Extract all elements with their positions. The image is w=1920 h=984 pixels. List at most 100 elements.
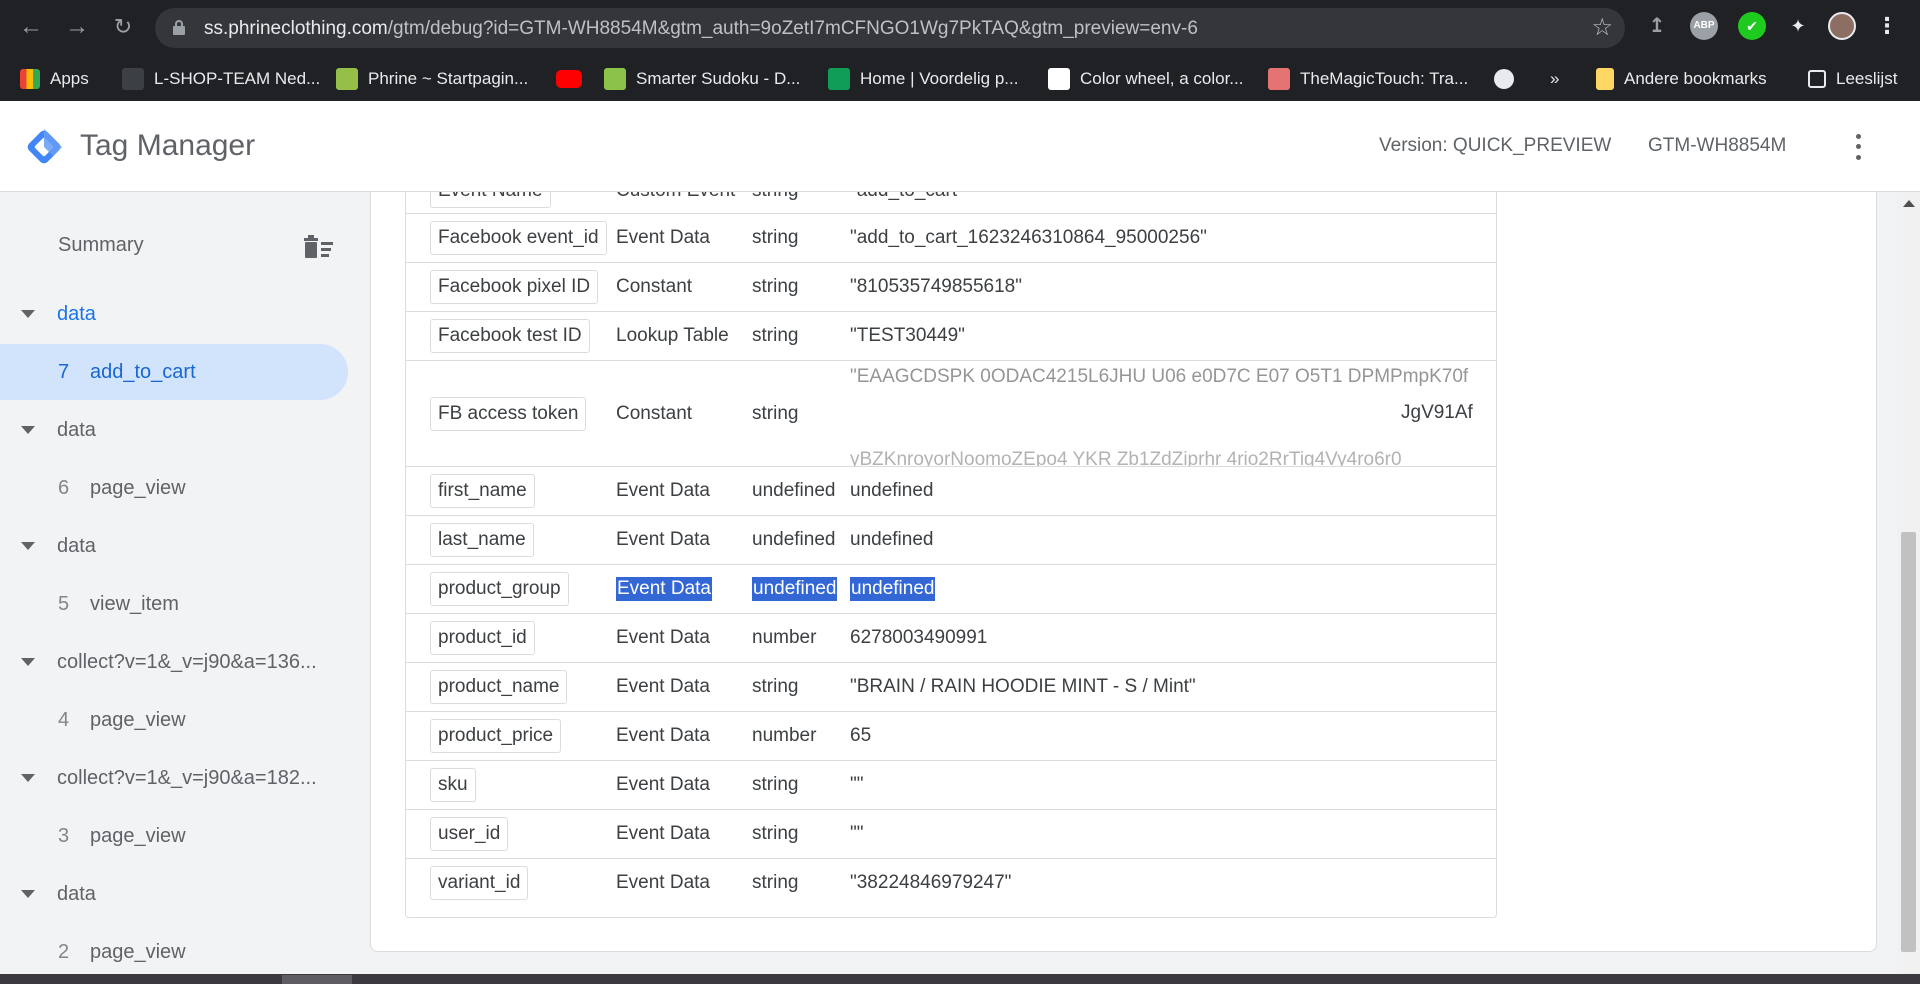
- shopify-icon: [336, 68, 358, 90]
- table-row: Facebook test ID Lookup Table string "TE…: [406, 312, 1496, 361]
- variable-value: "add_to_cart_1623246310864_95000256": [850, 227, 1207, 248]
- reload-icon[interactable]: ↻: [106, 10, 140, 44]
- thumbs-up-extension-icon[interactable]: ✔: [1738, 12, 1766, 40]
- variable-name[interactable]: Event Name: [430, 192, 551, 208]
- scrollbar-thumb[interactable]: [1901, 532, 1916, 952]
- variable-data-type-selected: undefined: [752, 577, 838, 601]
- analytics-extension-icon[interactable]: ↥: [1643, 12, 1671, 40]
- variable-value: 6278003490991: [850, 627, 988, 648]
- variable-name[interactable]: Facebook event_id: [430, 221, 607, 255]
- variable-name[interactable]: Facebook pixel ID: [430, 270, 599, 304]
- puzzle-extensions-icon[interactable]: ✦: [1784, 12, 1812, 40]
- event-item-add-to-cart[interactable]: 7 add_to_cart: [0, 344, 348, 400]
- bookmark-other-folder[interactable]: Andere bookmarks: [1596, 67, 1767, 91]
- event-item-page-view-6[interactable]: 6 page_view: [0, 460, 348, 516]
- variable-value: 65: [850, 725, 872, 746]
- event-group-collect-4[interactable]: collect?v=1&_v=j90&a=136...: [0, 642, 370, 682]
- vertical-scrollbar[interactable]: [1897, 192, 1920, 974]
- event-group-data-5[interactable]: data: [0, 526, 370, 566]
- event-item-page-view-4[interactable]: 4 page_view: [0, 692, 348, 748]
- event-number: 3: [58, 824, 70, 847]
- variable-name[interactable]: FB access token: [430, 397, 587, 431]
- apps-grid-icon: [20, 69, 40, 89]
- event-number: 4: [58, 708, 70, 731]
- caret-down-icon: [21, 774, 35, 782]
- horizontal-scrollbar-thumb[interactable]: [282, 975, 352, 984]
- adblock-plus-icon[interactable]: ABP: [1690, 12, 1718, 40]
- bookmark-apps[interactable]: Apps: [20, 67, 89, 91]
- app-header: Tag Manager Version: QUICK_PREVIEW GTM-W…: [0, 101, 1920, 192]
- bookmark-label: TheMagicTouch: Tra...: [1300, 69, 1469, 88]
- summary-link[interactable]: Summary: [58, 234, 144, 257]
- access-token-fragment: JgV91Af: [1401, 402, 1473, 423]
- variable-name[interactable]: product_price: [430, 719, 562, 753]
- event-number: 2: [58, 940, 70, 963]
- caret-down-icon: [21, 658, 35, 666]
- browser-menu-icon[interactable]: ⋮: [1876, 12, 1898, 40]
- event-group-data-7[interactable]: data: [0, 294, 370, 334]
- group-label: collect?v=1&_v=j90&a=136...: [57, 650, 317, 673]
- variable-value: "": [850, 823, 864, 844]
- address-bar[interactable]: ss.phrineclothing.com/gtm/debug?id=GTM-W…: [155, 8, 1625, 48]
- forward-arrow-icon[interactable]: →: [60, 10, 94, 44]
- variable-type: Constant: [616, 276, 693, 297]
- reading-list-button[interactable]: Leeslijst: [1808, 67, 1897, 91]
- more-options-icon[interactable]: [1848, 131, 1868, 163]
- variable-name[interactable]: first_name: [430, 474, 535, 508]
- event-item-view-item[interactable]: 5 view_item: [0, 576, 348, 632]
- app-title: Tag Manager: [80, 129, 256, 162]
- horizontal-scrollbar[interactable]: [0, 974, 1920, 984]
- bookmark-phrine[interactable]: Phrine ~ Startpagin...: [336, 67, 528, 91]
- url-text[interactable]: ss.phrineclothing.com/gtm/debug?id=GTM-W…: [204, 18, 1198, 40]
- folder-icon: [1596, 68, 1614, 90]
- table-row-highlighted: product_group Event Data undefined undef…: [406, 565, 1496, 614]
- variable-name[interactable]: product_id: [430, 621, 535, 655]
- bookmark-youtube[interactable]: [556, 67, 582, 91]
- browser-toolbar: ← → ↻ ss.phrineclothing.com/gtm/debug?id…: [0, 0, 1920, 55]
- clear-events-trash-icon[interactable]: [302, 234, 336, 260]
- bookmark-color-wheel[interactable]: Color wheel, a color...: [1048, 67, 1243, 91]
- variable-type: Event Data: [616, 823, 710, 844]
- profile-avatar[interactable]: [1828, 12, 1856, 40]
- back-arrow-icon[interactable]: ←: [14, 10, 48, 44]
- bookmark-lshop[interactable]: L-SHOP-TEAM Ned...: [122, 67, 320, 91]
- magictouch-icon: [1268, 68, 1290, 90]
- table-row: first_name Event Data undefined undefine…: [406, 467, 1496, 516]
- event-name: page_view: [90, 824, 186, 847]
- variable-value: "810535749855618": [850, 276, 1022, 297]
- table-row: last_name Event Data undefined undefined: [406, 516, 1496, 565]
- caret-down-icon: [21, 426, 35, 434]
- bookmark-sudoku[interactable]: Smarter Sudoku - D...: [604, 67, 800, 91]
- variable-data-type: string: [752, 276, 799, 297]
- bookmark-voordelig[interactable]: Home | Voordelig p...: [828, 67, 1018, 91]
- event-group-data-2[interactable]: data: [0, 874, 370, 914]
- event-group-collect-3[interactable]: collect?v=1&_v=j90&a=182...: [0, 758, 370, 798]
- variable-value: "38224846979247": [850, 872, 1012, 893]
- group-label: data: [57, 418, 96, 441]
- group-label: collect?v=1&_v=j90&a=182...: [57, 766, 317, 789]
- variable-name[interactable]: product_name: [430, 670, 568, 704]
- bookmark-star-icon[interactable]: ☆: [1591, 13, 1613, 42]
- table-row: FB access token Constant string "EAAGCDS…: [406, 361, 1496, 467]
- youtube-icon: [556, 70, 582, 88]
- variable-data-type: string: [752, 192, 798, 202]
- variable-data-type: number: [752, 725, 817, 746]
- adblock-label: ABP: [1693, 20, 1715, 31]
- bookmark-globe[interactable]: [1494, 67, 1514, 91]
- variable-name[interactable]: product_group: [430, 572, 569, 606]
- event-item-page-view-2[interactable]: 2 page_view: [0, 924, 348, 974]
- variable-name[interactable]: sku: [430, 768, 476, 802]
- variable-name[interactable]: variant_id: [430, 866, 529, 900]
- variable-name[interactable]: last_name: [430, 523, 534, 557]
- table-row: user_id Event Data string "": [406, 810, 1496, 859]
- bookmarks-overflow-button[interactable]: »: [1550, 67, 1559, 91]
- event-group-data-6[interactable]: data: [0, 410, 370, 450]
- variables-card: Event Name Custom Event string "add_to_c…: [370, 192, 1877, 952]
- variable-data-type: string: [752, 823, 799, 844]
- variable-name[interactable]: user_id: [430, 817, 509, 851]
- variable-data-type: string: [752, 227, 799, 248]
- event-item-page-view-3[interactable]: 3 page_view: [0, 808, 348, 864]
- scroll-up-arrow-icon[interactable]: [1903, 200, 1915, 207]
- bookmark-magictouch[interactable]: TheMagicTouch: Tra...: [1268, 67, 1468, 91]
- variable-name[interactable]: Facebook test ID: [430, 319, 590, 353]
